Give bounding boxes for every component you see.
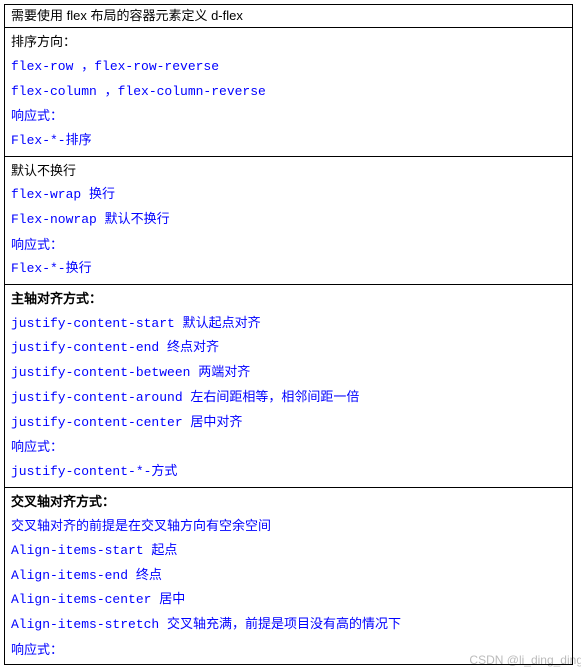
section-title: 排序方向： <box>11 30 566 55</box>
table-header: 需要使用 flex 布局的容器元素定义 d-flex <box>11 7 566 25</box>
section-title: 主轴对齐方式： <box>11 287 566 312</box>
code-line: justify-content-center 居中对齐 <box>11 411 566 436</box>
section-title: 交叉轴对齐方式： <box>11 490 566 515</box>
code-line: 响应式： <box>11 104 566 129</box>
code-line: Align-items-end 终点 <box>11 564 566 589</box>
section-title: 默认不换行 <box>11 159 566 184</box>
code-line: Align-items-start 起点 <box>11 539 566 564</box>
code-line: flex-column ，flex-column-reverse <box>11 80 566 105</box>
code-line: justify-content-end 终点对齐 <box>11 336 566 361</box>
code-line: Align-items-stretch 交叉轴充满，前提是项目没有高的情况下 <box>11 613 566 638</box>
table-row: 需要使用 flex 布局的容器元素定义 d-flex <box>5 5 573 28</box>
code-line: Align-items-center 居中 <box>11 588 566 613</box>
section-justify: 主轴对齐方式： justify-content-start 默认起点对齐 jus… <box>5 285 573 488</box>
code-line: Flex-*-换行 <box>11 257 566 282</box>
code-line: 响应式： <box>11 435 566 460</box>
code-line: flex-wrap 换行 <box>11 183 566 208</box>
code-line: flex-row ，flex-row-reverse <box>11 55 566 80</box>
code-line: 响应式： <box>11 233 566 258</box>
flex-table: 需要使用 flex 布局的容器元素定义 d-flex 排序方向： flex-ro… <box>4 4 573 665</box>
section-align: 交叉轴对齐方式： 交叉轴对齐的前提是在交叉轴方向有空余空间 Align-item… <box>5 487 573 665</box>
code-line: Flex-nowrap 默认不换行 <box>11 208 566 233</box>
watermark: CSDN @li_ding_ding <box>469 653 581 667</box>
code-line: justify-content-between 两端对齐 <box>11 361 566 386</box>
table-row: 默认不换行 flex-wrap 换行 Flex-nowrap 默认不换行 响应式… <box>5 156 573 284</box>
section-direction: 排序方向： flex-row ，flex-row-reverse flex-co… <box>5 28 573 156</box>
code-line: 交叉轴对齐的前提是在交叉轴方向有空余空间 <box>11 514 566 539</box>
code-line: justify-content-around 左右间距相等，相邻间距一倍 <box>11 386 566 411</box>
table-row: 交叉轴对齐方式： 交叉轴对齐的前提是在交叉轴方向有空余空间 Align-item… <box>5 487 573 665</box>
code-line: justify-content-start 默认起点对齐 <box>11 312 566 337</box>
section-wrap: 默认不换行 flex-wrap 换行 Flex-nowrap 默认不换行 响应式… <box>5 156 573 284</box>
table-row: 排序方向： flex-row ，flex-row-reverse flex-co… <box>5 28 573 156</box>
table-row: 主轴对齐方式： justify-content-start 默认起点对齐 jus… <box>5 285 573 488</box>
code-line: Flex-*-排序 <box>11 129 566 154</box>
code-line: justify-content-*-方式 <box>11 460 566 485</box>
